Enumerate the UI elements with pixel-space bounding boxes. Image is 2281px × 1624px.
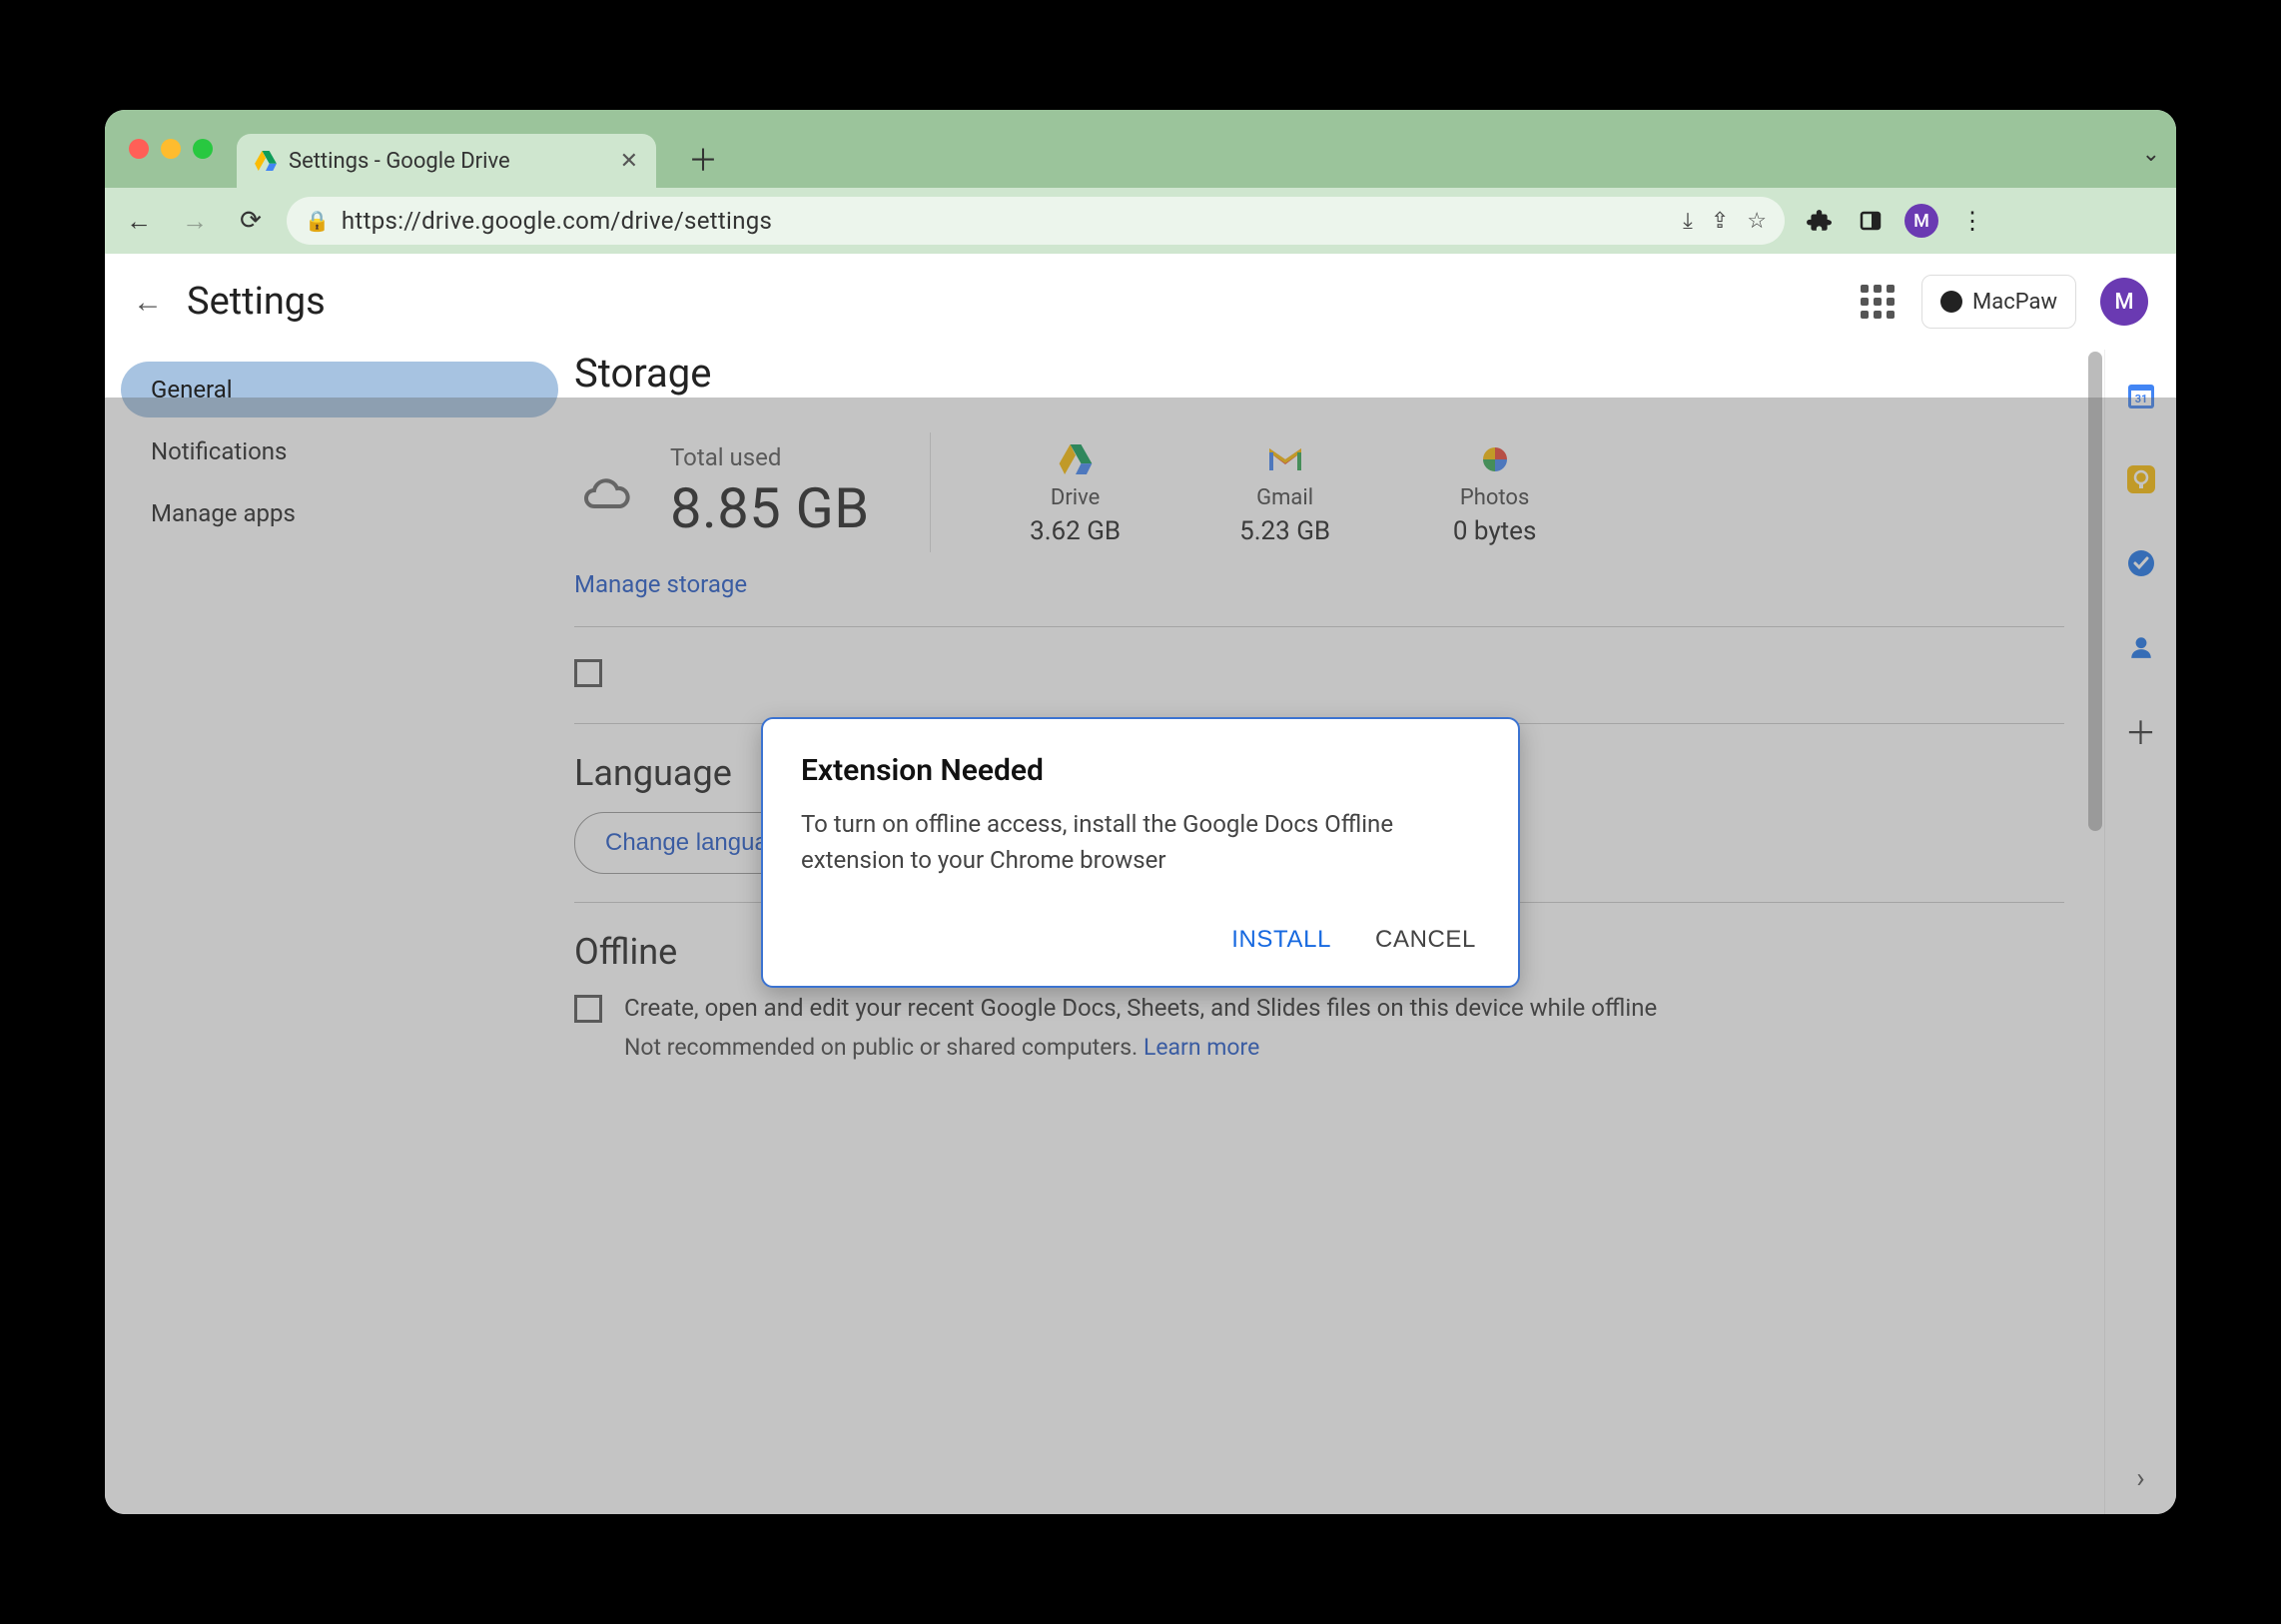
nav-back-button[interactable]: ← (119, 201, 159, 241)
drive-icon (255, 151, 277, 171)
storage-heading: Storage (574, 350, 2064, 397)
bookmark-star-icon[interactable]: ☆ (1747, 209, 1767, 234)
tab-title: Settings - Google Drive (289, 149, 608, 174)
install-app-icon[interactable]: ⤓ (1683, 209, 1693, 234)
google-apps-icon[interactable] (1858, 282, 1898, 322)
dialog-title: Extension Needed (801, 753, 1480, 788)
window-controls (129, 139, 213, 159)
lock-icon: 🔒 (305, 209, 330, 233)
extension-needed-dialog: Extension Needed To turn on offline acce… (761, 717, 1520, 988)
minimize-window-button[interactable] (161, 139, 181, 159)
address-bar: ← → ⟳ 🔒 https://drive.google.com/drive/s… (105, 188, 2176, 254)
browser-menu-icon[interactable]: ⋮ (1954, 203, 1990, 239)
organization-button[interactable]: MacPaw (1921, 275, 2076, 329)
reload-button[interactable]: ⟳ (231, 201, 271, 241)
tab-strip: Settings - Google Drive ✕ ＋ ⌄ (105, 110, 2176, 188)
share-icon[interactable]: ⇪ (1711, 209, 1729, 234)
cancel-button[interactable]: CANCEL (1371, 918, 1480, 962)
fullscreen-window-button[interactable] (193, 139, 213, 159)
page-content: ← Settings MacPaw M General Notification… (105, 254, 2176, 1514)
nav-forward-button[interactable]: → (175, 201, 215, 241)
install-button[interactable]: INSTALL (1227, 918, 1335, 962)
modal-overlay: Extension Needed To turn on offline acce… (105, 398, 2176, 1514)
extensions-icon[interactable] (1801, 203, 1837, 239)
sidepanel-icon[interactable] (1853, 203, 1889, 239)
omnibox[interactable]: 🔒 https://drive.google.com/drive/setting… (287, 197, 1785, 245)
profile-avatar[interactable]: M (1904, 204, 1938, 238)
account-avatar[interactable]: M (2100, 278, 2148, 326)
page-title: Settings (187, 280, 326, 324)
url-text: https://drive.google.com/drive/settings (342, 207, 1671, 235)
settings-topbar: ← Settings MacPaw M (105, 254, 2176, 350)
macpaw-icon (1940, 291, 1962, 313)
new-tab-button[interactable]: ＋ (688, 136, 718, 180)
close-window-button[interactable] (129, 139, 149, 159)
close-tab-button[interactable]: ✕ (620, 149, 638, 174)
browser-window: Settings - Google Drive ✕ ＋ ⌄ ← → ⟳ 🔒 ht… (105, 110, 2176, 1514)
browser-tab[interactable]: Settings - Google Drive ✕ (237, 134, 656, 188)
tab-list-dropdown[interactable]: ⌄ (2142, 142, 2160, 167)
settings-back-button[interactable]: ← (133, 285, 163, 320)
dialog-body: To turn on offline access, install the G… (801, 806, 1480, 878)
organization-label: MacPaw (1972, 290, 2057, 315)
